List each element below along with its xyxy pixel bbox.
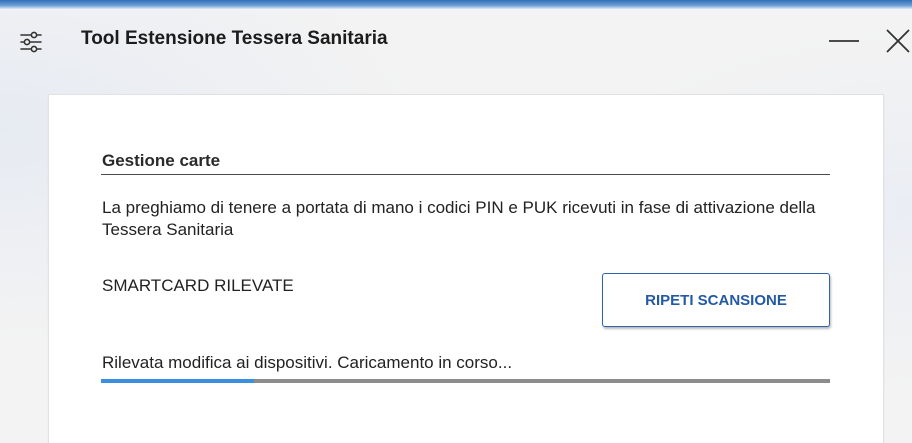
settings-sliders-icon[interactable] (20, 31, 42, 53)
title-bar: Tool Estensione Tessera Sanitaria (0, 10, 912, 66)
close-icon[interactable] (882, 25, 912, 55)
rescan-button-label: RIPETI SCANSIONE (645, 291, 787, 309)
loading-status-text: Rilevata modifica ai dispositivi. Carica… (102, 353, 513, 372)
section-title: Gestione carte (102, 151, 221, 170)
minimize-icon[interactable] (827, 28, 861, 54)
loading-progress-bar (101, 379, 830, 383)
instruction-message: La preghiamo di tenere a portata di mano… (102, 198, 816, 239)
card-management-panel: Gestione carte La preghiamo di tenere a … (48, 94, 884, 443)
rescan-button[interactable]: RIPETI SCANSIONE (602, 273, 830, 327)
background-app-strip (0, 0, 912, 10)
app-window: Tool Estensione Tessera Sanitaria Gestio… (0, 10, 912, 443)
window-title: Tool Estensione Tessera Sanitaria (81, 28, 388, 49)
section-divider (101, 174, 830, 175)
loading-progress-fill (101, 379, 255, 383)
smartcard-detected-label: SMARTCARD RILEVATE (102, 276, 294, 295)
